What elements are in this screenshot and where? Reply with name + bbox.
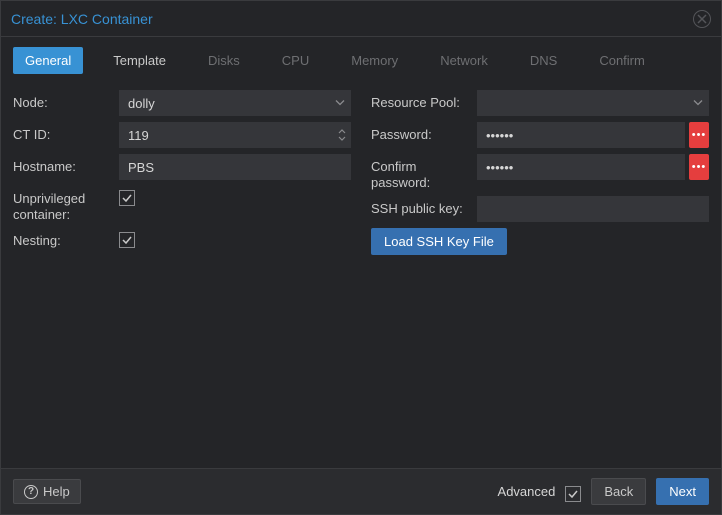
ssh-key-input[interactable] <box>477 196 709 222</box>
node-label: Node: <box>13 90 119 111</box>
field-load-ssh: Load SSH Key File <box>371 228 709 255</box>
back-button[interactable]: Back <box>591 478 646 505</box>
advanced-label: Advanced <box>498 484 556 499</box>
dialog-title: Create: LXC Container <box>11 11 153 27</box>
tab-bar: General Template Disks CPU Memory Networ… <box>1 37 721 82</box>
load-ssh-key-button[interactable]: Load SSH Key File <box>371 228 507 255</box>
tab-dns: DNS <box>518 47 569 74</box>
password-strength-icon: ••• <box>689 154 709 180</box>
advanced-checkbox[interactable] <box>565 486 581 502</box>
help-icon: ? <box>24 485 38 499</box>
field-unprivileged: Unprivileged container: <box>13 186 351 222</box>
tab-template[interactable]: Template <box>101 47 178 74</box>
dialog-window: Create: LXC Container General Template D… <box>0 0 722 515</box>
field-node: Node: <box>13 90 351 116</box>
password-label: Password: <box>371 122 477 143</box>
tab-general[interactable]: General <box>13 47 83 74</box>
password-input[interactable] <box>477 122 685 148</box>
nesting-label: Nesting: <box>13 228 119 249</box>
next-button[interactable]: Next <box>656 478 709 505</box>
confirm-password-label: Confirm password: <box>371 154 477 190</box>
tab-confirm: Confirm <box>587 47 657 74</box>
left-column: Node: CT ID: Hostname: <box>13 90 351 460</box>
hostname-input[interactable] <box>119 154 351 180</box>
field-hostname: Hostname: <box>13 154 351 180</box>
unprivileged-label: Unprivileged container: <box>13 186 119 222</box>
nesting-checkbox[interactable] <box>119 232 135 248</box>
tab-disks: Disks <box>196 47 252 74</box>
node-select[interactable] <box>119 90 351 116</box>
unprivileged-checkbox[interactable] <box>119 190 135 206</box>
resource-pool-select[interactable] <box>477 90 709 116</box>
resource-pool-label: Resource Pool: <box>371 90 477 111</box>
confirm-password-input[interactable] <box>477 154 685 180</box>
close-icon[interactable] <box>693 10 711 28</box>
help-button[interactable]: ? Help <box>13 479 81 504</box>
field-ssh-key: SSH public key: <box>371 196 709 222</box>
tab-network: Network <box>428 47 500 74</box>
tab-cpu: CPU <box>270 47 321 74</box>
ctid-input[interactable] <box>119 122 351 148</box>
field-ctid: CT ID: <box>13 122 351 148</box>
field-password: Password: ••• <box>371 122 709 148</box>
hostname-label: Hostname: <box>13 154 119 175</box>
footer-right: Advanced Back Next <box>498 478 709 505</box>
titlebar: Create: LXC Container <box>1 1 721 37</box>
ssh-key-label: SSH public key: <box>371 196 477 217</box>
form-content: Node: CT ID: Hostname: <box>1 82 721 468</box>
password-strength-icon: ••• <box>689 122 709 148</box>
dialog-footer: ? Help Advanced Back Next <box>1 468 721 514</box>
field-nesting: Nesting: <box>13 228 351 254</box>
right-column: Resource Pool: Password: ••• Confirm pas… <box>371 90 709 460</box>
help-label: Help <box>43 484 70 499</box>
tab-memory: Memory <box>339 47 410 74</box>
ctid-label: CT ID: <box>13 122 119 143</box>
field-confirm-password: Confirm password: ••• <box>371 154 709 190</box>
field-resource-pool: Resource Pool: <box>371 90 709 116</box>
